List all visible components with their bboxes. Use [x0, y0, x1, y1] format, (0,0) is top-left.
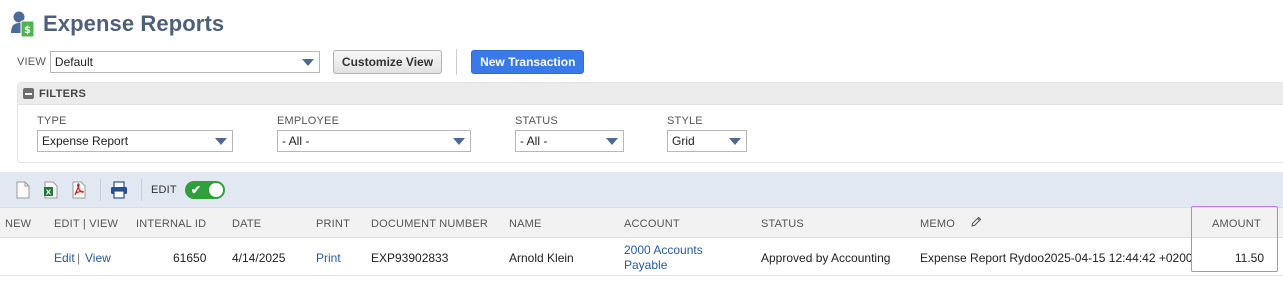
type-select-value: Expense Report	[42, 134, 129, 148]
account-link-line2[interactable]: Payable	[624, 258, 667, 272]
excel-export-icon[interactable]: X	[43, 181, 59, 199]
internal-id-cell: 61650	[173, 251, 207, 265]
column-header-document-number[interactable]: DOCUMENT NUMBER	[371, 218, 488, 230]
style-select[interactable]: Grid	[667, 130, 747, 152]
divider	[456, 48, 458, 75]
chevron-down-icon	[215, 138, 227, 145]
print-link[interactable]: Print	[316, 251, 341, 265]
status-select[interactable]: - All -	[515, 130, 624, 152]
column-header-date[interactable]: DATE	[232, 218, 261, 230]
svg-text:$: $	[24, 25, 31, 36]
page-header: $ Expense Reports	[10, 8, 224, 40]
collapse-icon[interactable]	[23, 88, 34, 99]
filter-employee: EMPLOYEE - All -	[277, 115, 471, 152]
filters-title: FILTERS	[39, 87, 87, 100]
table-header: NEW EDIT | VIEW INTERNAL ID DATE PRINT D…	[0, 207, 1283, 238]
expense-reports-page: $ Expense Reports VIEW Default Customize…	[0, 0, 1283, 283]
toolbar-divider	[100, 178, 101, 201]
toolbar-divider	[141, 178, 142, 201]
filter-employee-label: EMPLOYEE	[277, 115, 340, 127]
amount-column-highlight	[1191, 206, 1278, 272]
document-number-cell: EXP93902833	[371, 251, 449, 265]
column-header-new[interactable]: NEW	[5, 218, 31, 230]
edit-toggle[interactable]: ✔	[184, 180, 225, 199]
filters-header[interactable]: FILTERS	[18, 83, 1283, 105]
filter-type: TYPE Expense Report	[37, 115, 233, 152]
toggle-knob	[208, 182, 223, 197]
view-link[interactable]: View	[85, 251, 111, 265]
status-select-value: - All -	[520, 134, 548, 148]
filter-type-label: TYPE	[37, 115, 67, 127]
chevron-down-icon	[606, 138, 618, 145]
status-cell: Approved by Accounting	[761, 251, 891, 265]
checkmark-icon: ✔	[190, 182, 201, 197]
view-select-value: Default	[54, 54, 93, 69]
type-select[interactable]: Expense Report	[37, 130, 233, 152]
svg-text:X: X	[46, 188, 52, 196]
edit-link[interactable]: Edit	[54, 251, 75, 265]
filter-style: STYLE Grid	[667, 115, 747, 152]
employee-select-value: - All -	[282, 134, 310, 148]
edit-view-separator: |	[77, 251, 81, 265]
filter-status-label: STATUS	[515, 115, 558, 127]
column-header-edit-view[interactable]: EDIT | VIEW	[54, 218, 118, 230]
column-header-memo[interactable]: MEMO	[920, 218, 955, 230]
list-toolbar: X EDIT ✔	[0, 172, 1283, 207]
column-header-internal-id[interactable]: INTERNAL ID	[136, 218, 206, 230]
chevron-down-icon	[729, 138, 741, 145]
edit-label: EDIT	[151, 183, 177, 196]
account-link-line1[interactable]: 2000 Accounts	[624, 243, 703, 257]
chevron-down-icon	[453, 138, 465, 145]
view-controls: VIEW Default Customize View New Transact…	[17, 48, 585, 75]
chevron-down-icon	[301, 58, 314, 66]
table-row: Edit | View 61650 4/14/2025 Print EXP939…	[0, 238, 1283, 276]
page-title: Expense Reports	[43, 11, 225, 36]
pdf-export-icon[interactable]	[71, 181, 87, 199]
name-cell: Arnold Klein	[509, 251, 574, 265]
column-header-print[interactable]: PRINT	[316, 218, 350, 230]
view-label: VIEW	[17, 55, 46, 68]
expense-report-icon: $	[10, 9, 36, 39]
column-header-status[interactable]: STATUS	[761, 218, 804, 230]
pencil-icon[interactable]	[970, 215, 982, 231]
new-transaction-button[interactable]: New Transaction	[471, 49, 585, 74]
date-cell: 4/14/2025	[232, 251, 286, 265]
view-select[interactable]: Default	[49, 50, 320, 73]
column-header-account[interactable]: ACCOUNT	[624, 218, 680, 230]
style-select-value: Grid	[672, 134, 695, 148]
new-document-icon[interactable]	[15, 181, 31, 199]
filter-style-label: STYLE	[667, 115, 703, 127]
employee-select[interactable]: - All -	[277, 130, 471, 152]
memo-cell: Expense Report Rydoo2025-04-15 12:44:42 …	[920, 251, 1193, 265]
filters-panel: FILTERS TYPE Expense Report EMPLOYEE - A…	[17, 82, 1283, 163]
column-header-name[interactable]: NAME	[509, 218, 542, 230]
customize-view-button[interactable]: Customize View	[332, 49, 443, 74]
print-icon[interactable]	[110, 180, 128, 199]
filter-status: STATUS - All -	[515, 115, 624, 152]
